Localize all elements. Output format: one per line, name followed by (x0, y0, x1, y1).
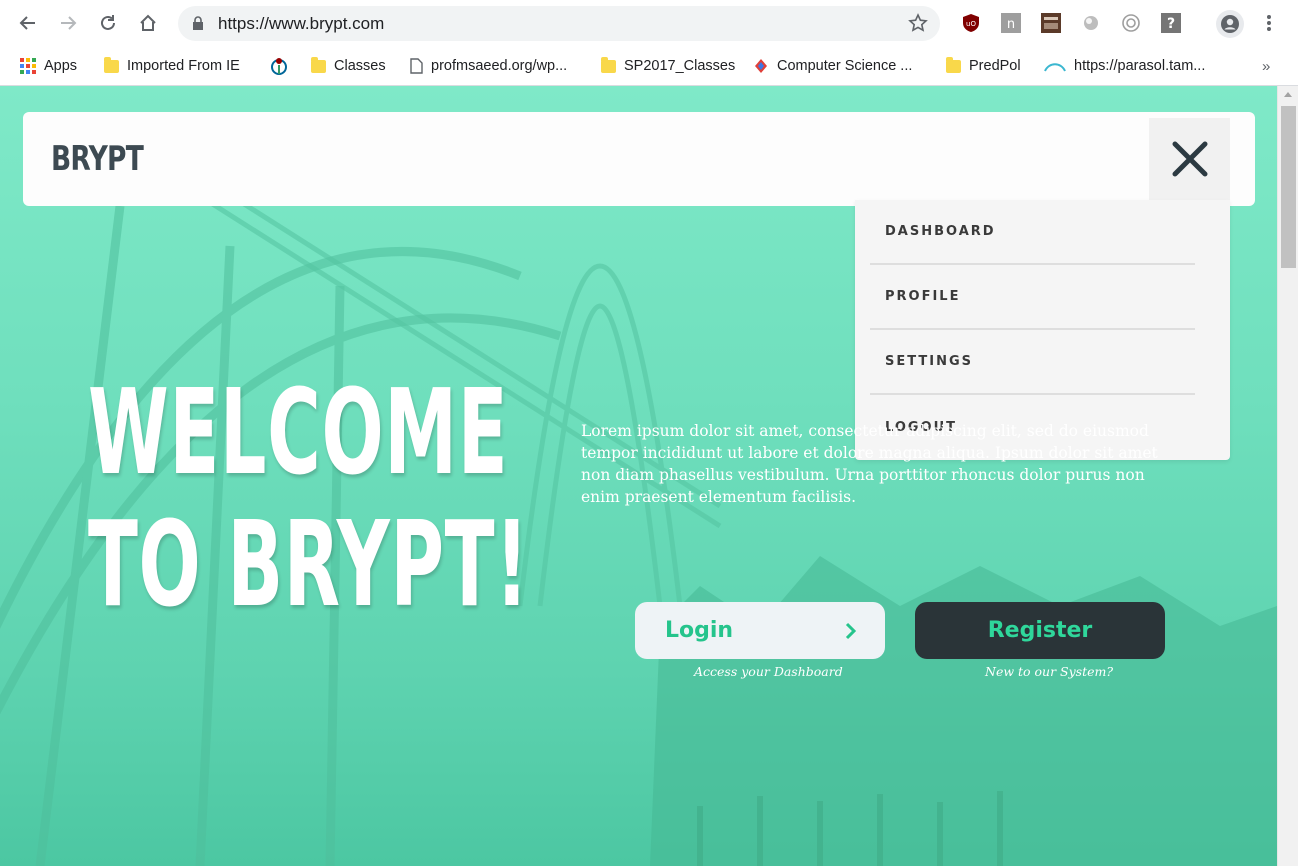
bookmark-label: PredPol (969, 58, 1021, 74)
more-menu-icon[interactable] (1258, 12, 1280, 34)
address-bar[interactable]: https://www.brypt.com (178, 6, 940, 41)
help-extension-icon[interactable]: ? (1160, 12, 1182, 34)
folder-icon (311, 56, 326, 73)
close-icon (1172, 141, 1207, 177)
hero-title-line1: WELCOME (88, 363, 509, 501)
back-icon[interactable] (15, 10, 41, 36)
menu-item-settings[interactable]: SETTINGS (870, 330, 1195, 395)
page-icon (410, 58, 423, 74)
bookmark-computer-science[interactable]: Computer Science ... (753, 55, 912, 77)
n-extension-icon[interactable]: n (1000, 12, 1022, 34)
bookmark-label: Apps (44, 58, 78, 74)
browser-toolbar: https://www.brypt.com uO n ? (0, 0, 1298, 46)
login-caption: Access your Dashboard (694, 664, 843, 679)
brand-logo[interactable]: BRYPT (51, 139, 144, 179)
ublock-extension-icon[interactable]: uO (960, 12, 982, 34)
folder-icon (104, 56, 119, 73)
page-viewport: BRYPT DASHBOARD PROFILE SETTINGS LOGOUT … (0, 86, 1277, 866)
bookmark-label: Computer Science ... (777, 58, 913, 74)
site-icon (755, 59, 767, 73)
signal-extension-icon[interactable] (1120, 12, 1142, 34)
bookmark-star-icon[interactable] (908, 13, 928, 38)
svg-text:?: ? (1167, 16, 1175, 32)
close-menu-button[interactable] (1149, 118, 1230, 200)
bookmark-label: SP2017_Classes (624, 58, 736, 74)
bookmark-label: profmsaeed.org/wp... (431, 58, 568, 74)
url-text[interactable]: https://www.brypt.com (218, 14, 384, 34)
scroll-up-arrow-icon[interactable] (1284, 92, 1292, 97)
forward-icon[interactable] (55, 10, 81, 36)
bookmark-label: https://parasol.tam... (1074, 58, 1206, 74)
menu-item-profile[interactable]: PROFILE (870, 265, 1195, 330)
register-caption: New to our System? (985, 664, 1114, 679)
bookmark-label: Imported From IE (127, 58, 240, 74)
chevron-right-icon (845, 621, 857, 646)
bookmark-apps[interactable]: Apps (20, 55, 77, 77)
bookmark-imported-from-ie[interactable]: Imported From IE (104, 55, 240, 77)
reload-icon[interactable] (95, 10, 121, 36)
apps-grid-icon (20, 58, 36, 74)
bookmark-sp2017-classes[interactable]: SP2017_Classes (601, 55, 735, 77)
circle-extension-icon[interactable] (1080, 12, 1102, 34)
folder-icon (946, 56, 961, 73)
register-label: Register (987, 618, 1093, 643)
folder-icon (601, 56, 616, 73)
hero-title: WELCOME TO BRYPT! (88, 366, 529, 630)
bookmark-predpol[interactable]: PredPol (946, 55, 1021, 77)
bookmark-classes[interactable]: Classes (311, 55, 386, 77)
bookmarks-overflow-button[interactable]: » (1262, 55, 1270, 77)
bookmarks-bar: Apps Imported From IE Classes profmsaeed… (0, 46, 1298, 86)
bookmark-profmsaeed[interactable]: profmsaeed.org/wp... (410, 55, 567, 77)
lock-icon (192, 16, 204, 35)
login-label: Login (665, 618, 734, 643)
page-scrollbar[interactable] (1277, 86, 1298, 866)
svg-text:uO: uO (966, 20, 976, 28)
bookmark-label: Classes (334, 58, 386, 74)
login-button[interactable]: Login (635, 602, 885, 659)
site-header: BRYPT (23, 112, 1255, 206)
svg-text:n: n (1007, 17, 1015, 32)
site-icon (1044, 63, 1066, 72)
bookmark-parasol[interactable]: https://parasol.tam... (1044, 55, 1205, 77)
menu-item-dashboard[interactable]: DASHBOARD (870, 200, 1195, 265)
home-icon[interactable] (135, 10, 161, 36)
scrollbar-thumb[interactable] (1281, 106, 1296, 268)
hero-description: Lorem ipsum dolor sit amet, consectetur … (581, 422, 1158, 506)
register-button[interactable]: Register (915, 602, 1165, 659)
wikimedia-icon (271, 58, 287, 75)
bookmark-wikimedia[interactable] (270, 55, 288, 77)
profile-avatar-icon[interactable] (1216, 10, 1244, 38)
hero-title-line2: TO BRYPT! (88, 495, 530, 633)
calculator-extension-icon[interactable] (1040, 12, 1062, 34)
